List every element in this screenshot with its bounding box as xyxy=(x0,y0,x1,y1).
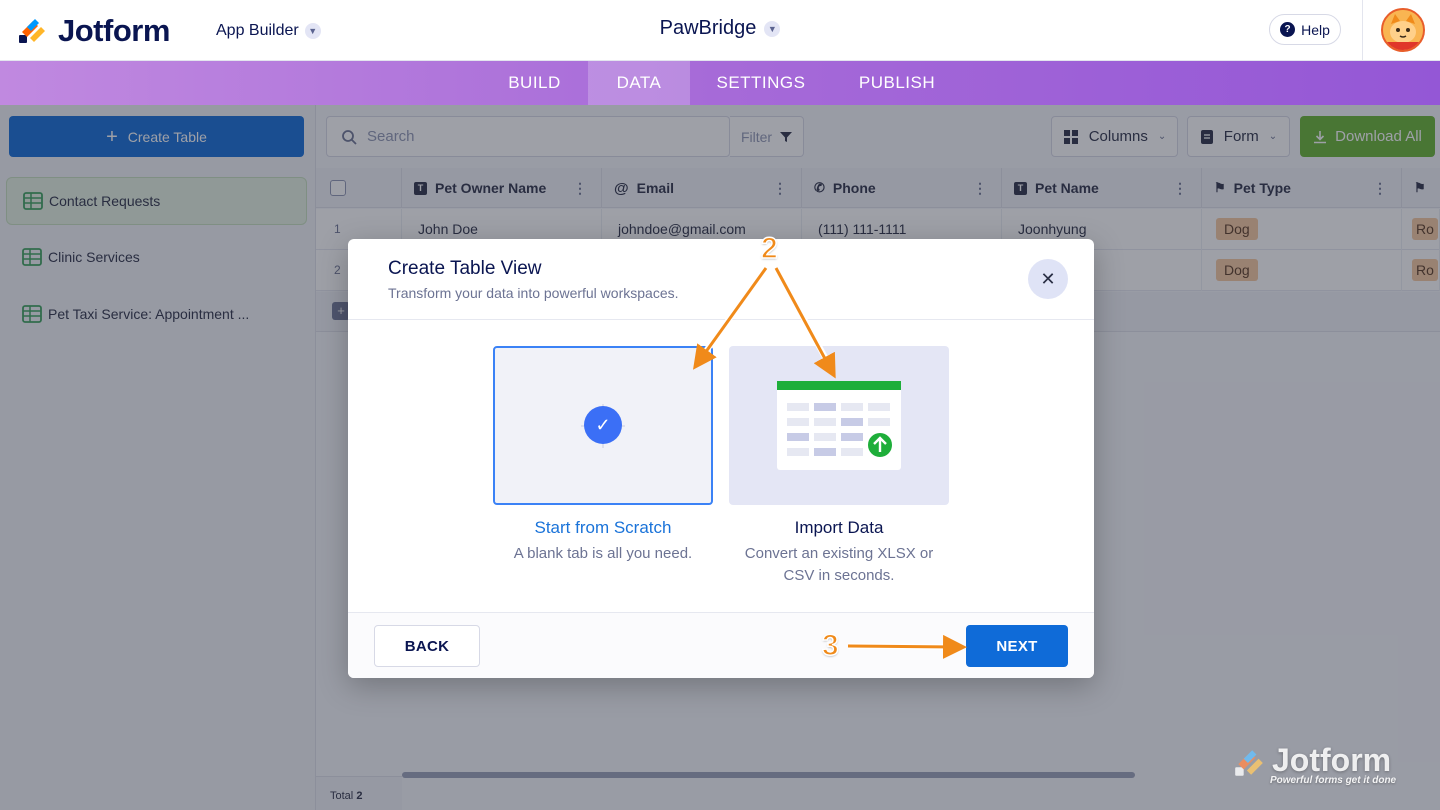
app-title-text: PawBridge xyxy=(659,17,757,39)
back-button[interactable]: BACK xyxy=(374,625,480,667)
tab-build[interactable]: BUILD xyxy=(481,61,588,105)
watermark-text: Jotform xyxy=(1272,742,1392,778)
start-from-scratch-desc: A blank tab is all you need. xyxy=(513,545,693,562)
help-button[interactable]: ? Help xyxy=(1269,14,1341,45)
modal-title: Create Table View xyxy=(388,258,542,279)
top-header: Jotform App Builder ▼ PawBridge ▼ ? Help xyxy=(0,0,1440,61)
tab-data[interactable]: DATA xyxy=(588,61,690,105)
jotform-watermark: Jotform Powerful forms get it done xyxy=(1232,742,1412,792)
header-divider xyxy=(1362,0,1363,61)
close-icon: ✕ xyxy=(1040,268,1056,289)
cat-avatar-icon xyxy=(1383,10,1423,50)
start-from-scratch-label[interactable]: Start from Scratch xyxy=(493,518,713,538)
watermark-tagline: Powerful forms get it done xyxy=(1270,775,1397,786)
question-icon: ? xyxy=(1280,22,1296,37)
app-title: PawBridge ▼ xyxy=(0,17,1440,40)
main-nav: BUILD DATA SETTINGS PUBLISH xyxy=(0,61,1440,105)
app-title-dropdown[interactable]: PawBridge ▼ xyxy=(660,17,781,40)
chevron-down-icon: ▼ xyxy=(764,20,781,37)
help-label: Help xyxy=(1301,21,1330,38)
tab-settings[interactable]: SETTINGS xyxy=(690,61,832,105)
start-from-scratch-card[interactable]: ✓ xyxy=(493,346,713,505)
next-button[interactable]: NEXT xyxy=(966,625,1068,667)
import-data-card[interactable] xyxy=(729,346,949,505)
close-button[interactable]: ✕ xyxy=(1028,259,1068,299)
avatar[interactable] xyxy=(1381,8,1425,52)
annotation-step-3: 3 xyxy=(821,628,839,663)
modal-subtitle: Transform your data into powerful worksp… xyxy=(388,285,679,301)
import-data-desc: Convert an existing XLSX or CSV in secon… xyxy=(744,545,934,584)
import-data-label[interactable]: Import Data xyxy=(729,518,949,538)
annotation-step-2: 2 xyxy=(760,231,778,266)
tab-publish[interactable]: PUBLISH xyxy=(832,61,962,105)
divider xyxy=(348,319,1094,320)
jotform-logo-icon xyxy=(1235,750,1263,776)
spreadsheet-upload-icon xyxy=(777,381,901,470)
create-table-view-dialog: Create Table View Transform your data in… xyxy=(348,239,1094,678)
check-icon: ✓ xyxy=(584,406,622,444)
